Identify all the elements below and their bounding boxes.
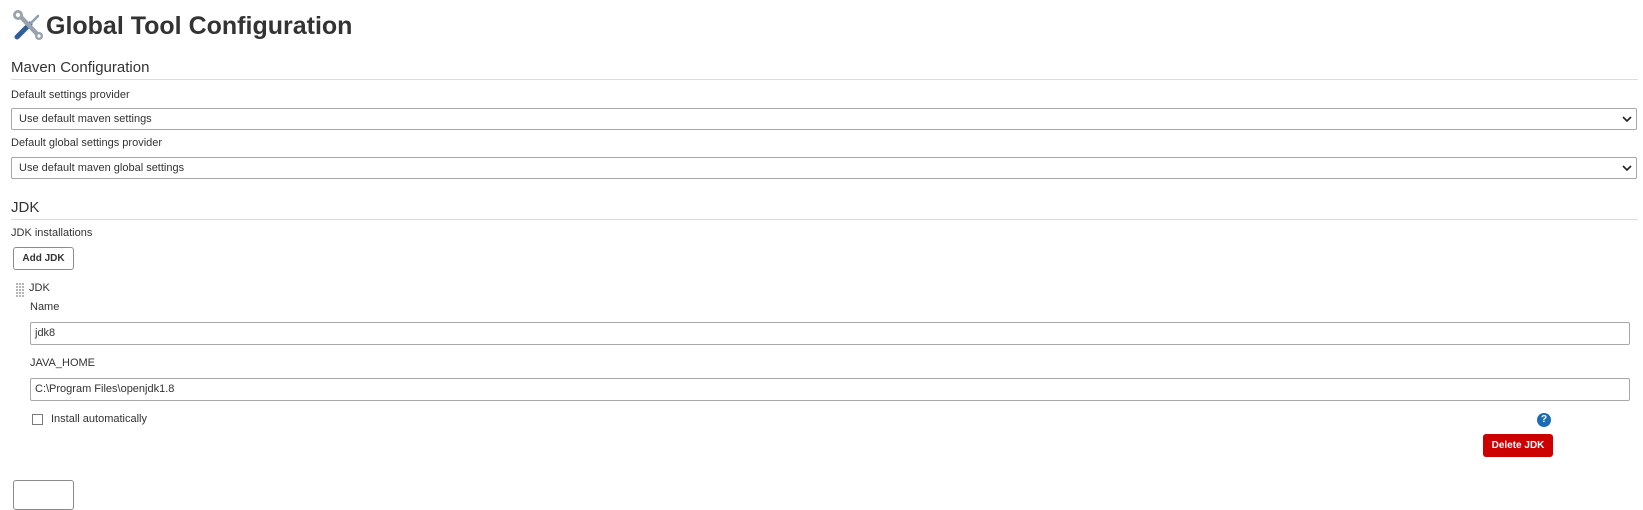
help-icon[interactable]: ? [1537, 413, 1551, 427]
add-jdk-button-bottom[interactable] [13, 480, 74, 510]
install-automatically-checkbox[interactable] [32, 413, 43, 425]
tools-icon [11, 9, 45, 43]
jdk-item-title: JDK [29, 282, 50, 294]
default-settings-label: Default settings provider [11, 89, 130, 101]
install-automatically-row[interactable]: Install automatically [32, 413, 147, 425]
default-global-settings-select[interactable]: Use default maven global settings [11, 157, 1637, 179]
jdk-name-label: Name [30, 301, 60, 313]
jdk-name-value: jdk8 [35, 327, 56, 339]
add-jdk-button[interactable]: Add JDK [13, 247, 74, 270]
default-global-settings-label: Default global settings provider [11, 137, 163, 149]
java-home-input[interactable]: C:\Program Files\openjdk1.8 [30, 378, 1630, 401]
install-automatically-label: Install automatically [51, 413, 147, 425]
jdk-installations-label: JDK installations [11, 227, 93, 239]
drag-handle-icon[interactable] [16, 283, 24, 297]
java-home-label: JAVA_HOME [30, 357, 95, 369]
delete-jdk-button[interactable]: Delete JDK [1483, 434, 1553, 457]
page-header: Global Tool Configuration [11, 8, 352, 44]
chevron-down-icon [1622, 116, 1632, 123]
java-home-value: C:\Program Files\openjdk1.8 [35, 383, 175, 395]
jdk-section-title: JDK [11, 199, 1638, 220]
jdk-name-input[interactable]: jdk8 [30, 322, 1630, 345]
default-settings-value: Use default maven settings [19, 113, 152, 125]
default-settings-select[interactable]: Use default maven settings [11, 108, 1637, 130]
chevron-down-icon [1622, 165, 1632, 172]
maven-section-title: Maven Configuration [11, 59, 1638, 80]
page-title: Global Tool Configuration [46, 12, 353, 40]
default-global-settings-value: Use default maven global settings [19, 162, 185, 174]
